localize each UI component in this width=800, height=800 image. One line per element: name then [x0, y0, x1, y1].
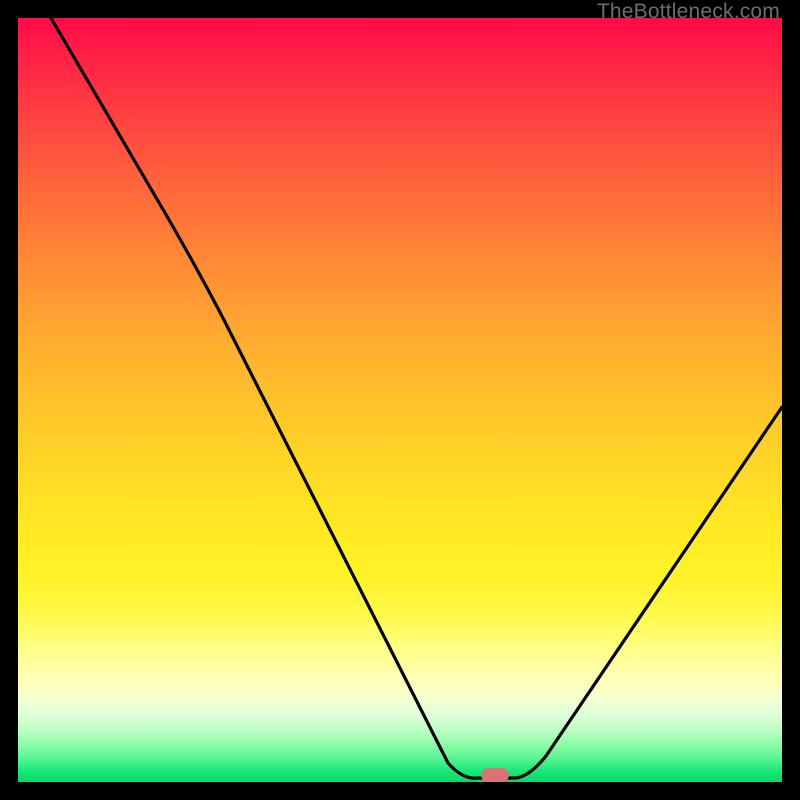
watermark-text: TheBottleneck.com — [597, 0, 780, 24]
plot-area — [18, 18, 782, 782]
curve-layer — [18, 18, 782, 782]
chart-frame: TheBottleneck.com — [0, 0, 800, 800]
optimum-marker — [481, 768, 509, 782]
bottleneck-curve — [51, 18, 782, 778]
